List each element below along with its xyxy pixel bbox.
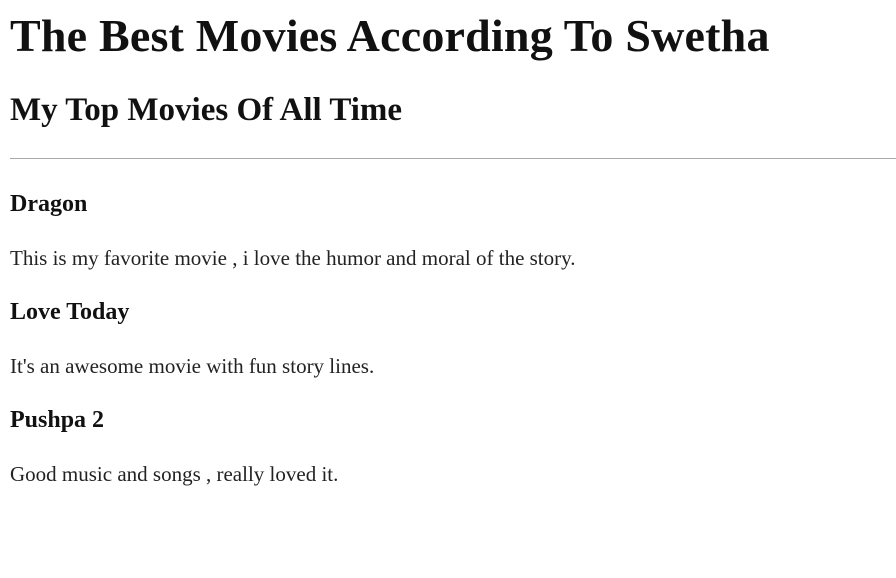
movie-description: This is my favorite movie , i love the h… — [10, 246, 576, 270]
movie-title: Dragon — [10, 191, 88, 217]
page-subtitle: My Top Movies Of All Time — [10, 92, 403, 128]
movie-description: Good music and songs , really loved it. — [10, 462, 339, 486]
movie-item-love-today: Love Today It's an awesome movie with fu… — [10, 297, 886, 379]
section-divider — [10, 158, 896, 159]
movie-item-dragon: Dragon This is my favorite movie , i lov… — [10, 189, 886, 271]
page-title: The Best Movies According To Swetha — [10, 10, 770, 61]
movie-title: Love Today — [10, 299, 130, 325]
movie-item-pushpa-2: Pushpa 2 Good music and songs , really l… — [10, 405, 886, 487]
movie-description: It's an awesome movie with fun story lin… — [10, 354, 375, 378]
movie-title: Pushpa 2 — [10, 407, 105, 433]
page-content: The Best Movies According To Swetha My T… — [10, 8, 896, 570]
